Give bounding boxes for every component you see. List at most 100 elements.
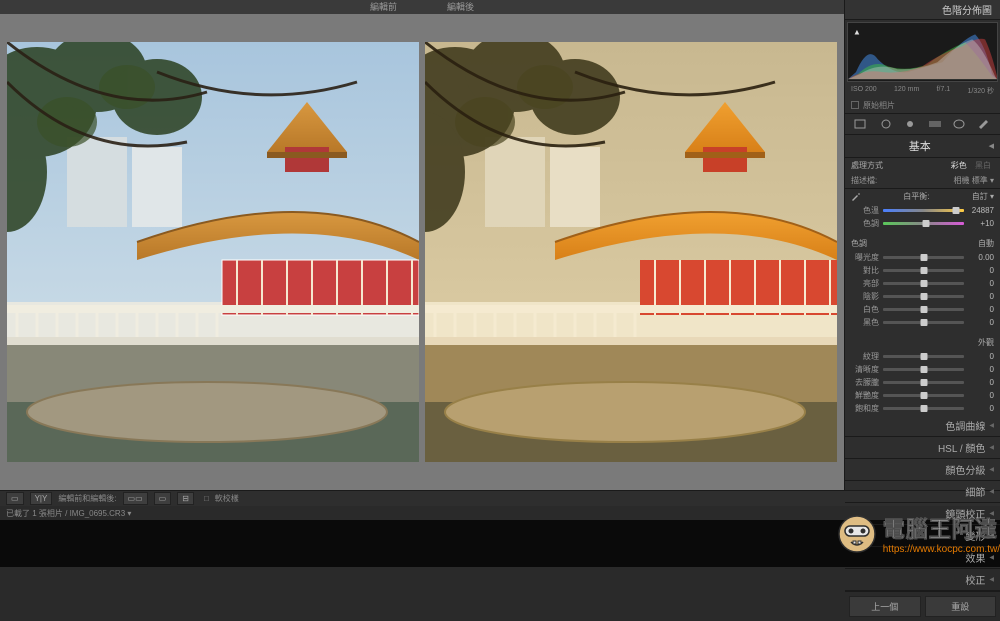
- texture-label: 紋理: [851, 351, 879, 362]
- shadows-slider[interactable]: [883, 295, 964, 298]
- triangle-icon: ◀: [989, 466, 994, 473]
- view-labels: 編輯前 編輯後: [0, 0, 844, 14]
- viewer-area: 編輯前 編輯後: [0, 0, 844, 490]
- aperture-value: f/7.1: [937, 86, 951, 96]
- vibrance-label: 鮮艷度: [851, 390, 879, 401]
- auto-tone[interactable]: 自動: [978, 238, 994, 249]
- hsl-panel[interactable]: HSL / 顏色◀: [845, 437, 1000, 459]
- dehaze-label: 去朦朧: [851, 377, 879, 388]
- whites-slider[interactable]: [883, 308, 964, 311]
- status-loaded: 已載了: [6, 508, 30, 519]
- crop-tool-icon[interactable]: [853, 118, 869, 130]
- gradient-tool-icon[interactable]: [927, 118, 943, 130]
- shadows-label: 陰影: [851, 291, 879, 302]
- original-label: 原始相片: [863, 100, 895, 111]
- previous-button[interactable]: 上一個: [849, 596, 921, 617]
- watermark-url: https://www.kocpc.com.tw/: [883, 544, 1000, 555]
- highlights-slider[interactable]: [883, 282, 964, 285]
- after-label: 編輯後: [427, 0, 494, 14]
- histogram[interactable]: ▲: [847, 22, 998, 82]
- watermark: 電腦王阿達 https://www.kocpc.com.tw/: [837, 512, 1000, 555]
- basic-panel-header[interactable]: 基本 ◀: [845, 135, 1000, 158]
- status-file: IMG_0695.CR3: [70, 509, 126, 518]
- texture-value[interactable]: 0: [968, 352, 994, 361]
- triangle-icon: ◀: [989, 576, 994, 583]
- histogram-info: ISO 200 120 mm f/7.1 1/320 秒: [845, 84, 1000, 98]
- dehaze-slider[interactable]: [883, 381, 964, 384]
- clarity-label: 清晰度: [851, 364, 879, 375]
- temp-slider[interactable]: [883, 209, 964, 212]
- before-image[interactable]: [7, 42, 419, 462]
- saturation-value[interactable]: 0: [968, 404, 994, 413]
- compare-label: 編輯前和編輯後:: [58, 493, 116, 504]
- saturation-label: 飽和度: [851, 403, 879, 414]
- contrast-value[interactable]: 0: [968, 266, 994, 275]
- watermark-logo-icon: [837, 514, 877, 554]
- wb-label: 白平衡:: [903, 191, 929, 202]
- radial-tool-icon[interactable]: [951, 118, 967, 130]
- iso-value: ISO 200: [851, 86, 877, 96]
- blacks-label: 黑色: [851, 317, 879, 328]
- watermark-title: 電腦王阿達: [883, 512, 1000, 544]
- after-image[interactable]: [425, 42, 837, 462]
- treatment-color[interactable]: 彩色: [948, 160, 970, 171]
- profile-value[interactable]: 相機 標準 ▾: [954, 175, 994, 186]
- highlights-value[interactable]: 0: [968, 279, 994, 288]
- svg-text:▲: ▲: [853, 27, 861, 36]
- profile-label: 描述檔:: [851, 175, 877, 186]
- status-count: 1 張相片: [32, 508, 63, 519]
- reset-button[interactable]: 重設: [925, 596, 997, 617]
- treatment-bw[interactable]: 黑白: [972, 160, 994, 171]
- compare-mode-2[interactable]: ▭: [154, 492, 172, 505]
- compare-view-button[interactable]: Y|Y: [30, 492, 53, 505]
- soft-proof-label[interactable]: 軟校樣: [215, 493, 239, 504]
- before-label: 編輯前: [350, 0, 417, 14]
- clarity-value[interactable]: 0: [968, 365, 994, 374]
- tone-curve-panel[interactable]: 色調曲線◀: [845, 415, 1000, 437]
- clarity-slider[interactable]: [883, 368, 964, 371]
- tint-label: 色調: [851, 218, 879, 229]
- brush-tool-icon[interactable]: [976, 118, 992, 130]
- spot-tool-icon[interactable]: [878, 118, 894, 130]
- triangle-icon: ◀: [989, 444, 994, 451]
- triangle-icon: ◀: [989, 142, 994, 150]
- temp-label: 色溫: [851, 205, 879, 216]
- develop-sidebar: 色階分佈圖 ▲ ISO 200 120 mm f/7.1 1/320 秒 原始相…: [844, 0, 1000, 490]
- eyedropper-icon[interactable]: [851, 191, 861, 201]
- triangle-icon: ◀: [989, 488, 994, 495]
- presence-section: 外觀: [978, 337, 994, 348]
- color-grading-panel[interactable]: 顏色分級◀: [845, 459, 1000, 481]
- texture-slider[interactable]: [883, 355, 964, 358]
- vibrance-value[interactable]: 0: [968, 391, 994, 400]
- contrast-slider[interactable]: [883, 269, 964, 272]
- highlights-label: 亮部: [851, 278, 879, 289]
- tint-slider[interactable]: [883, 222, 964, 225]
- original-checkbox[interactable]: [851, 101, 859, 109]
- calibration-panel[interactable]: 校正◀: [845, 569, 1000, 591]
- histogram-title: 色階分佈圖: [845, 0, 1000, 20]
- temp-value[interactable]: 24887: [968, 206, 994, 215]
- contrast-label: 對比: [851, 265, 879, 276]
- exposure-slider[interactable]: [883, 256, 964, 259]
- exposure-label: 曝光度: [851, 252, 879, 263]
- tint-value[interactable]: +10: [968, 219, 994, 228]
- dehaze-value[interactable]: 0: [968, 378, 994, 387]
- compare-mode-3[interactable]: ⊟: [177, 492, 194, 505]
- detail-panel[interactable]: 細節◀: [845, 481, 1000, 503]
- blacks-value[interactable]: 0: [968, 318, 994, 327]
- whites-label: 白色: [851, 304, 879, 315]
- whites-value[interactable]: 0: [968, 305, 994, 314]
- lens-value: 120 mm: [894, 86, 919, 96]
- vibrance-slider[interactable]: [883, 394, 964, 397]
- basic-title: 基本: [909, 138, 931, 154]
- treatment-label: 處理方式: [851, 160, 883, 171]
- wb-preset[interactable]: 自訂 ▾: [972, 191, 994, 202]
- tool-strip: [845, 114, 1000, 135]
- redeye-tool-icon[interactable]: [902, 118, 918, 130]
- compare-mode-1[interactable]: ▭▭: [123, 492, 148, 505]
- shadows-value[interactable]: 0: [968, 292, 994, 301]
- loupe-view-button[interactable]: ▭: [6, 492, 24, 505]
- saturation-slider[interactable]: [883, 407, 964, 410]
- exposure-value[interactable]: 0.00: [968, 253, 994, 262]
- blacks-slider[interactable]: [883, 321, 964, 324]
